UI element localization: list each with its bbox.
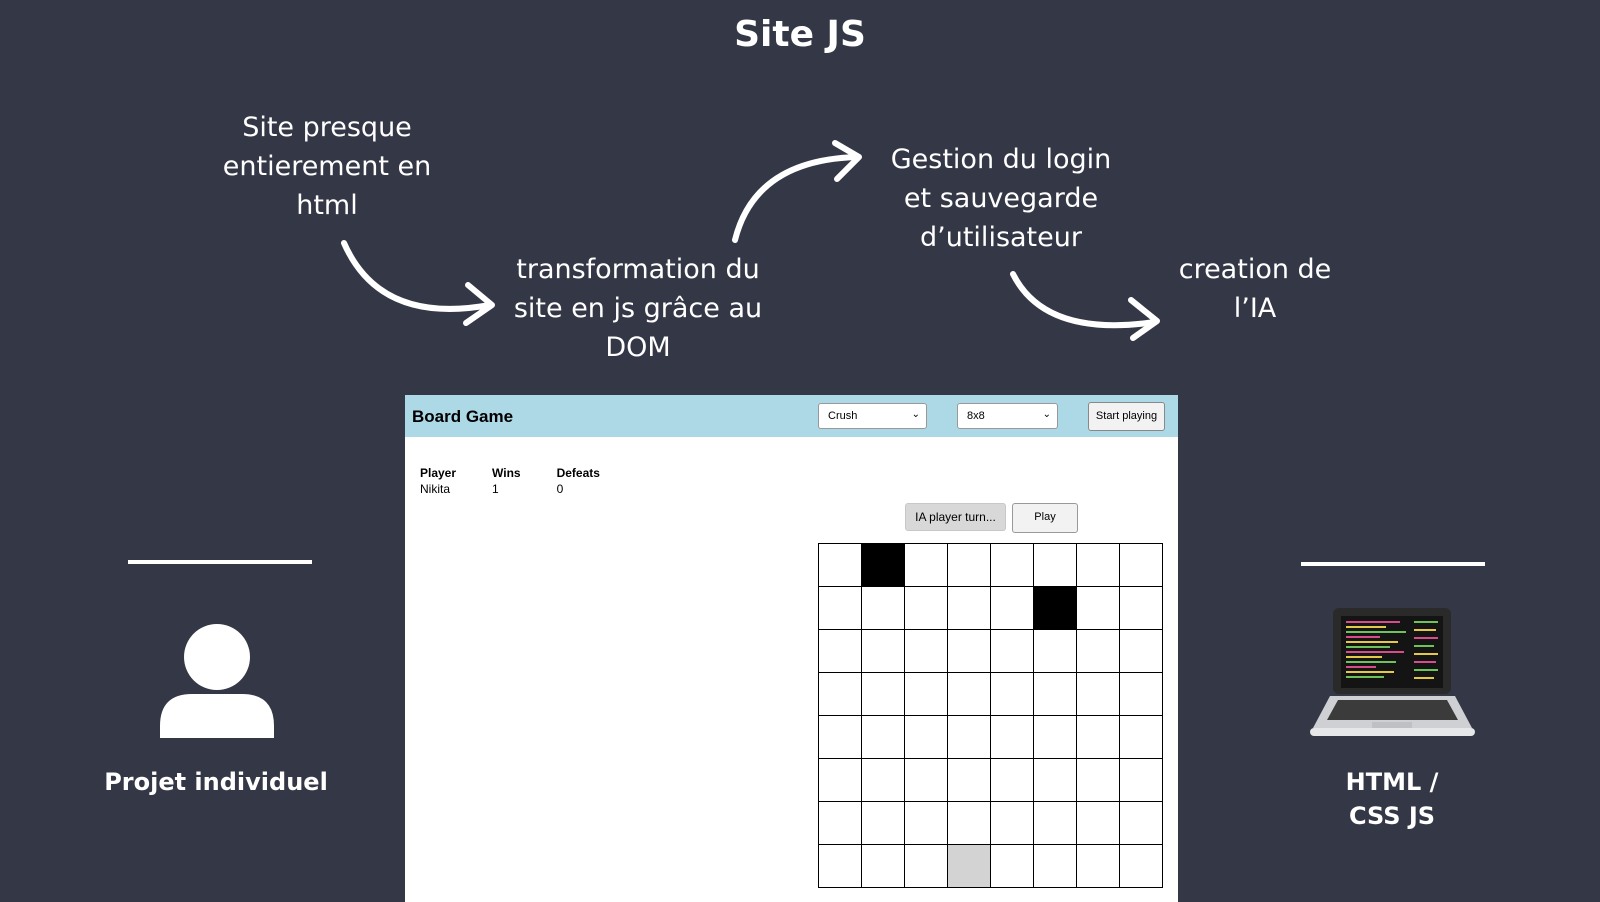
board-cell[interactable] xyxy=(904,801,948,845)
board-cell[interactable] xyxy=(990,586,1034,630)
board-cell[interactable] xyxy=(1076,586,1120,630)
board-cell[interactable] xyxy=(990,801,1034,845)
left-caption: Projet individuel xyxy=(104,768,328,796)
board-cell[interactable] xyxy=(1033,801,1077,845)
chevron-down-icon: ⌄ xyxy=(1042,409,1051,420)
game-select-value: Crush xyxy=(828,410,858,422)
board-cell[interactable] xyxy=(1033,586,1077,630)
board-cell[interactable] xyxy=(947,586,991,630)
stats-wins: 1 xyxy=(492,482,499,496)
board-cell[interactable] xyxy=(990,715,1034,759)
board-cell[interactable] xyxy=(1033,672,1077,716)
step-dom: transformation du site en js grâce au DO… xyxy=(513,254,763,363)
board-cell[interactable] xyxy=(861,801,905,845)
board-cell[interactable] xyxy=(904,672,948,716)
app-header: Board Game Crush ⌄ 8x8 ⌄ Start playing xyxy=(405,395,1178,437)
board-cell[interactable] xyxy=(1076,629,1120,673)
board-cell[interactable] xyxy=(818,844,862,888)
game-select[interactable]: Crush ⌄ xyxy=(818,403,927,429)
stats-header-player: Player xyxy=(420,466,457,480)
board-cell[interactable] xyxy=(861,629,905,673)
board-cell[interactable] xyxy=(1076,715,1120,759)
board-cell[interactable] xyxy=(947,629,991,673)
board-cell[interactable] xyxy=(1033,629,1077,673)
board-cell[interactable] xyxy=(1076,543,1120,587)
board-cell[interactable] xyxy=(1076,801,1120,845)
board-cell[interactable] xyxy=(947,844,991,888)
ia-turn-button[interactable]: IA player turn... xyxy=(905,503,1006,531)
step-ia: creation de l’IA xyxy=(1178,254,1332,324)
board-cell[interactable] xyxy=(1119,543,1163,587)
board-cell[interactable] xyxy=(947,543,991,587)
arrow-3-icon xyxy=(1010,271,1160,341)
laptop-icon xyxy=(1310,608,1475,736)
board-cell[interactable] xyxy=(904,629,948,673)
board-cell[interactable] xyxy=(904,586,948,630)
board-cell[interactable] xyxy=(818,801,862,845)
board-cell[interactable] xyxy=(1033,758,1077,802)
board-cell[interactable] xyxy=(1119,629,1163,673)
board-cell[interactable] xyxy=(861,672,905,716)
board-cell[interactable] xyxy=(818,586,862,630)
arrow-1-icon xyxy=(341,240,495,326)
board-cell[interactable] xyxy=(818,758,862,802)
board-cell[interactable] xyxy=(1033,715,1077,759)
game-board xyxy=(818,543,1163,888)
board-cell[interactable] xyxy=(990,543,1034,587)
step-html: Site presque entierement en html xyxy=(222,112,432,221)
board-cell[interactable] xyxy=(1076,672,1120,716)
board-cell[interactable] xyxy=(1119,586,1163,630)
board-cell[interactable] xyxy=(904,715,948,759)
right-caption: HTML / CSS JS xyxy=(1345,768,1439,830)
app-title: Board Game xyxy=(412,407,514,426)
board-cell[interactable] xyxy=(990,844,1034,888)
board-cell[interactable] xyxy=(861,715,905,759)
board-cell[interactable] xyxy=(818,629,862,673)
board-cell[interactable] xyxy=(904,543,948,587)
left-divider xyxy=(128,560,312,564)
board-cell[interactable] xyxy=(818,715,862,759)
board-cell[interactable] xyxy=(990,672,1034,716)
board-game-app: Board Game Crush ⌄ 8x8 ⌄ Start playing P… xyxy=(405,395,1178,902)
board-cell[interactable] xyxy=(947,801,991,845)
board-cell[interactable] xyxy=(990,758,1034,802)
board-cell[interactable] xyxy=(1119,672,1163,716)
board-cell[interactable] xyxy=(1033,844,1077,888)
board-cell[interactable] xyxy=(1119,844,1163,888)
board-cell[interactable] xyxy=(861,543,905,587)
table-row: Nikita 1 0 xyxy=(420,482,636,496)
board-cell[interactable] xyxy=(904,758,948,802)
arrow-2-icon xyxy=(732,140,862,243)
board-cell[interactable] xyxy=(861,758,905,802)
board-cell[interactable] xyxy=(818,672,862,716)
board-cell[interactable] xyxy=(1033,543,1077,587)
board-cell[interactable] xyxy=(861,586,905,630)
right-divider xyxy=(1301,562,1485,566)
stats-header-defeats: Defeats xyxy=(556,466,600,480)
stats-defeats: 0 xyxy=(556,482,564,496)
board-cell[interactable] xyxy=(1076,758,1120,802)
board-cell[interactable] xyxy=(947,715,991,759)
user-icon xyxy=(160,624,274,738)
chevron-down-icon: ⌄ xyxy=(911,409,920,420)
board-cell[interactable] xyxy=(861,844,905,888)
play-button[interactable]: Play xyxy=(1012,503,1078,533)
size-select[interactable]: 8x8 ⌄ xyxy=(957,403,1058,429)
board-cell[interactable] xyxy=(990,629,1034,673)
stats-player: Nikita xyxy=(420,482,451,496)
slide-title: Site JS xyxy=(734,14,866,55)
board-cell[interactable] xyxy=(1119,801,1163,845)
board-cell[interactable] xyxy=(1076,844,1120,888)
stats-header-wins: Wins xyxy=(492,466,521,480)
step-login: Gestion du login et sauvegarde d’utilisa… xyxy=(890,144,1112,253)
board-cell[interactable] xyxy=(1119,715,1163,759)
stats-table: Player Wins Defeats Nikita 1 0 xyxy=(420,466,636,496)
board-cell[interactable] xyxy=(818,543,862,587)
size-select-value: 8x8 xyxy=(967,410,985,422)
board-cell[interactable] xyxy=(947,672,991,716)
board-cell[interactable] xyxy=(1119,758,1163,802)
start-playing-button[interactable]: Start playing xyxy=(1088,402,1165,431)
board-cell[interactable] xyxy=(904,844,948,888)
board-cell[interactable] xyxy=(947,758,991,802)
